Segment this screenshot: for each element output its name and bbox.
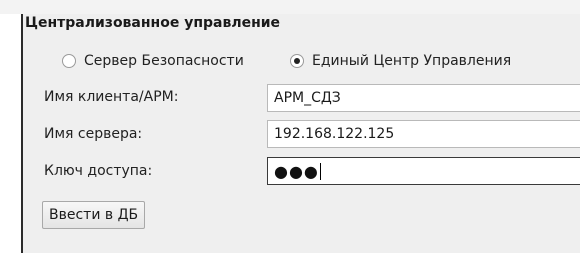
radio-button-checked[interactable] bbox=[290, 54, 304, 68]
radio-unified-control-center[interactable]: Единый Центр Управления bbox=[290, 53, 511, 69]
access-key-label: Ключ доступа: bbox=[44, 163, 153, 179]
radio-unified-control-center-label: Единый Центр Управления bbox=[312, 53, 512, 69]
enter-db-button[interactable]: Ввести в ДБ bbox=[42, 201, 146, 229]
server-name-label: Имя сервера: bbox=[44, 126, 143, 142]
radio-security-server[interactable]: Сервер Безопасности bbox=[62, 53, 244, 69]
window-background bbox=[0, 0, 580, 14]
group-title: Централизованное управление bbox=[25, 15, 281, 31]
text-caret bbox=[319, 162, 321, 180]
access-key-input[interactable]: ●●● bbox=[267, 157, 580, 185]
client-name-input[interactable]: АРМ_СДЗ bbox=[267, 84, 580, 112]
radio-button-unchecked[interactable] bbox=[62, 54, 76, 68]
client-name-value: АРМ_СДЗ bbox=[274, 90, 341, 106]
radio-security-server-label: Сервер Безопасности bbox=[84, 53, 244, 69]
access-key-masked-value: ●●● bbox=[274, 161, 319, 181]
server-name-value: 192.168.122.125 bbox=[274, 126, 395, 142]
server-name-input[interactable]: 192.168.122.125 bbox=[267, 120, 580, 148]
client-name-label: Имя клиента/АРМ: bbox=[44, 89, 179, 105]
